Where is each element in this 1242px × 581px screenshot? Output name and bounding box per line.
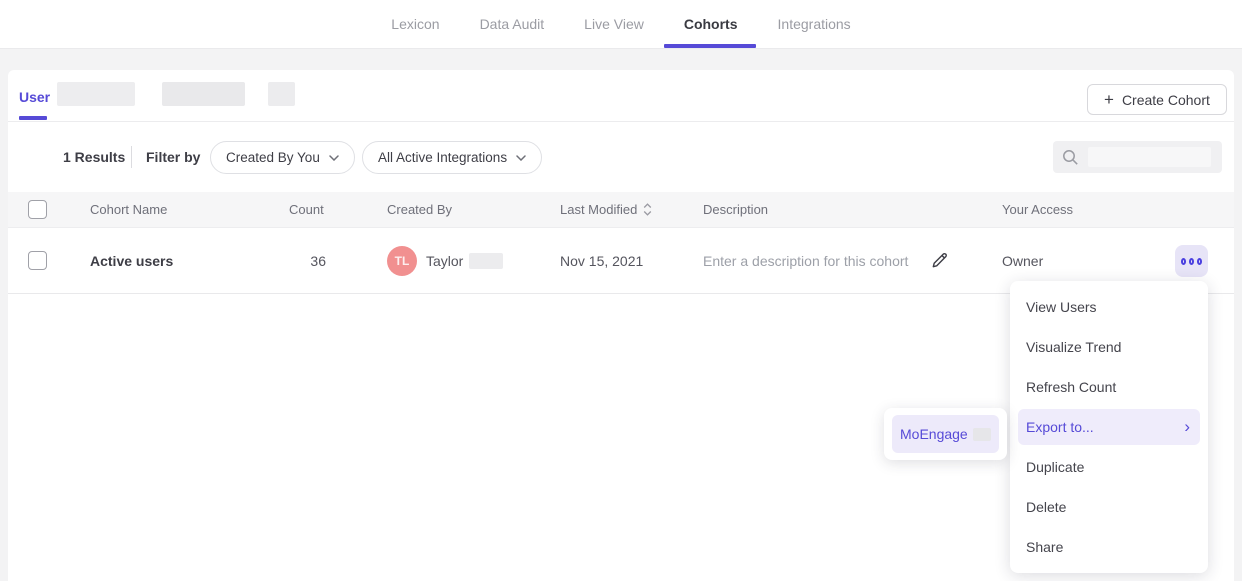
dot-icon (1189, 258, 1194, 265)
column-header-created-by: Created By (387, 192, 452, 227)
created-by-filter-value: Created By You (226, 150, 320, 165)
created-by-name: Taylor (426, 253, 463, 269)
edit-description-icon[interactable] (930, 251, 949, 270)
created-by-filter-dropdown[interactable]: Created By You (210, 141, 355, 174)
chevron-right-icon: › (1184, 418, 1190, 435)
description-placeholder[interactable]: Enter a description for this cohort (703, 253, 908, 269)
nav-tab-lexicon[interactable]: Lexicon (391, 0, 439, 48)
column-header-description: Description (703, 192, 768, 227)
menu-item-refresh-count[interactable]: Refresh Count (1010, 367, 1208, 407)
cohort-type-tabs: User + Create Cohort (8, 70, 1234, 122)
search-icon (1062, 149, 1079, 166)
column-header-your-access: Your Access (1002, 192, 1073, 227)
top-navigation: Lexicon Data Audit Live View Cohorts Int… (0, 0, 1242, 49)
sort-icon (643, 203, 652, 216)
column-header-cohort-name: Cohort Name (90, 192, 167, 227)
last-modified-date: Nov 15, 2021 (560, 228, 643, 293)
nav-tab-integrations[interactable]: Integrations (778, 0, 851, 48)
menu-item-export-to[interactable]: Export to... › (1018, 409, 1200, 445)
submenu-item-label: MoEngage (900, 426, 968, 442)
create-cohort-label: Create Cohort (1122, 92, 1210, 108)
redacted-text (973, 428, 991, 441)
active-tab-underline (19, 116, 47, 120)
menu-item-label: Export to... (1026, 419, 1094, 435)
divider (131, 146, 132, 168)
redacted-search-text (1088, 147, 1211, 167)
chevron-down-icon (516, 155, 526, 161)
redacted-tab (162, 82, 245, 106)
redacted-tab (268, 82, 295, 106)
nav-tab-live-view[interactable]: Live View (584, 0, 644, 48)
filter-bar: 1 Results Filter by Created By You All A… (8, 122, 1234, 192)
integrations-filter-value: All Active Integrations (378, 150, 507, 165)
cohort-context-menu: View Users Visualize Trend Refresh Count… (1010, 281, 1208, 573)
submenu-item-moengage[interactable]: MoEngage (892, 415, 999, 453)
row-checkbox[interactable] (28, 251, 47, 270)
integrations-filter-dropdown[interactable]: All Active Integrations (362, 141, 542, 174)
select-all-checkbox[interactable] (28, 200, 47, 219)
redacted-tab (57, 82, 135, 106)
dot-icon (1181, 258, 1186, 265)
chevron-down-icon (329, 155, 339, 161)
menu-item-share[interactable]: Share (1010, 527, 1208, 567)
results-count: 1 Results (63, 149, 125, 165)
create-cohort-button[interactable]: + Create Cohort (1087, 84, 1227, 115)
plus-icon: + (1104, 91, 1114, 108)
cohort-count: 36 (289, 228, 326, 293)
last-modified-label: Last Modified (560, 202, 637, 217)
menu-item-delete[interactable]: Delete (1010, 487, 1208, 527)
export-submenu: MoEngage (884, 408, 1007, 460)
more-actions-button[interactable] (1175, 245, 1208, 277)
redacted-name (469, 253, 503, 269)
search-input[interactable] (1053, 141, 1222, 173)
nav-tab-data-audit[interactable]: Data Audit (480, 0, 545, 48)
table-header: Cohort Name Count Created By Last Modifi… (8, 192, 1234, 228)
column-header-last-modified[interactable]: Last Modified (560, 192, 652, 227)
column-header-count: Count (289, 192, 326, 227)
tab-user[interactable]: User (19, 89, 50, 105)
cohort-name[interactable]: Active users (90, 228, 173, 293)
dot-icon (1197, 258, 1202, 265)
avatar: TL (387, 246, 417, 276)
nav-tab-cohorts[interactable]: Cohorts (684, 0, 738, 48)
menu-item-visualize-trend[interactable]: Visualize Trend (1010, 327, 1208, 367)
filter-by-label: Filter by (146, 149, 200, 165)
menu-item-duplicate[interactable]: Duplicate (1010, 447, 1208, 487)
menu-item-view-users[interactable]: View Users (1010, 287, 1208, 327)
